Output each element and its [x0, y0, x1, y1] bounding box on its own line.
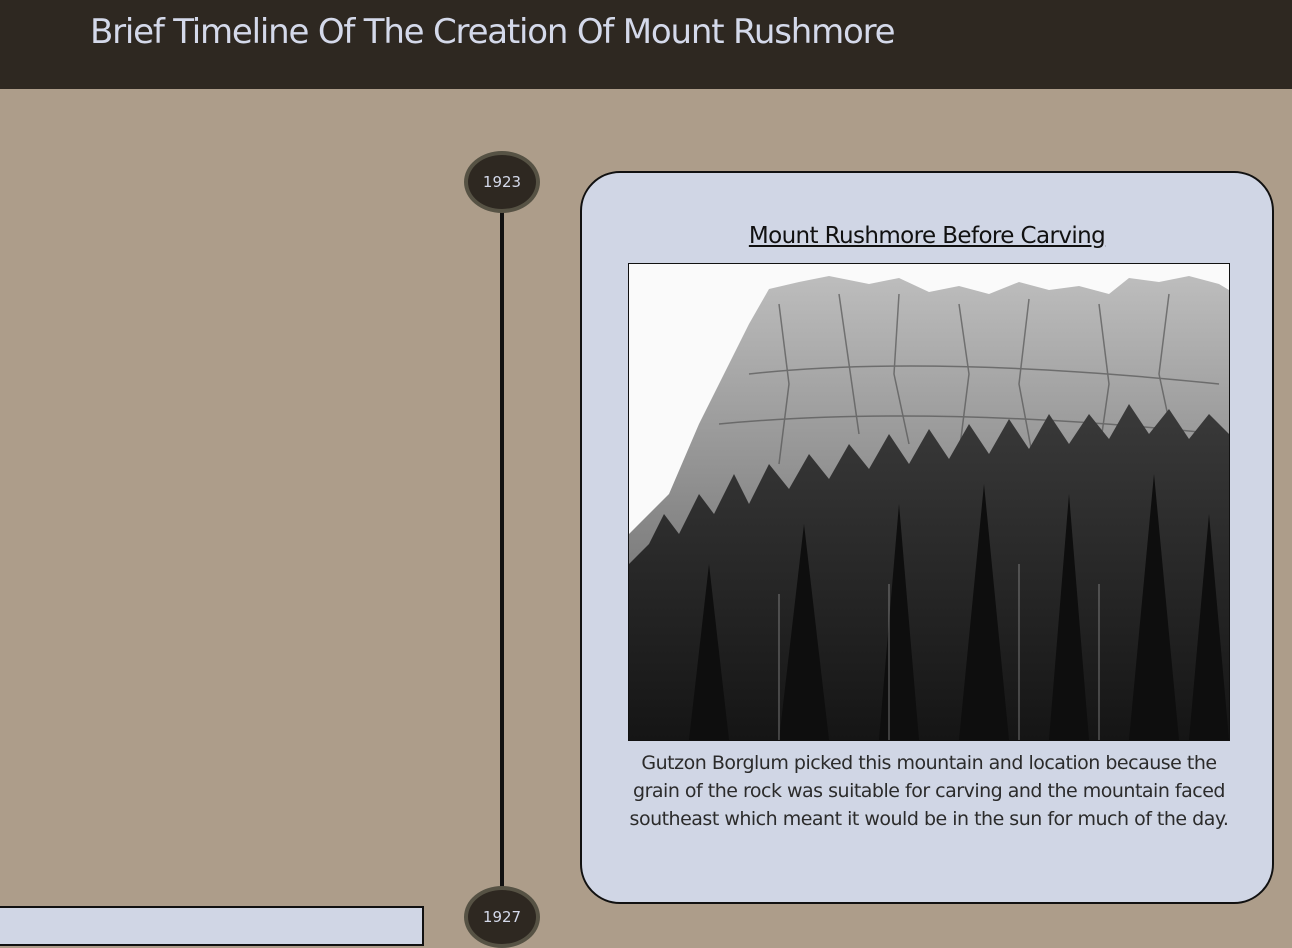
page-header: Brief Timeline Of The Creation Of Mount …	[0, 0, 1292, 89]
mountain-photo	[628, 263, 1230, 741]
timeline-line	[500, 200, 504, 900]
card-description: Gutzon Borglum picked this mountain and …	[629, 752, 1229, 830]
mountain-photo-illustration	[629, 264, 1229, 740]
year-node-1923: 1923	[464, 151, 540, 213]
card-title: Mount Rushmore Before Carving	[748, 223, 1106, 249]
page-title: Brief Timeline Of The Creation Of Mount …	[90, 12, 896, 52]
timeline-card-next	[0, 906, 424, 946]
year-node-1927: 1927	[464, 886, 540, 948]
timeline-card: Mount Rushmore Before Carving Gutzon Bor…	[580, 171, 1274, 904]
